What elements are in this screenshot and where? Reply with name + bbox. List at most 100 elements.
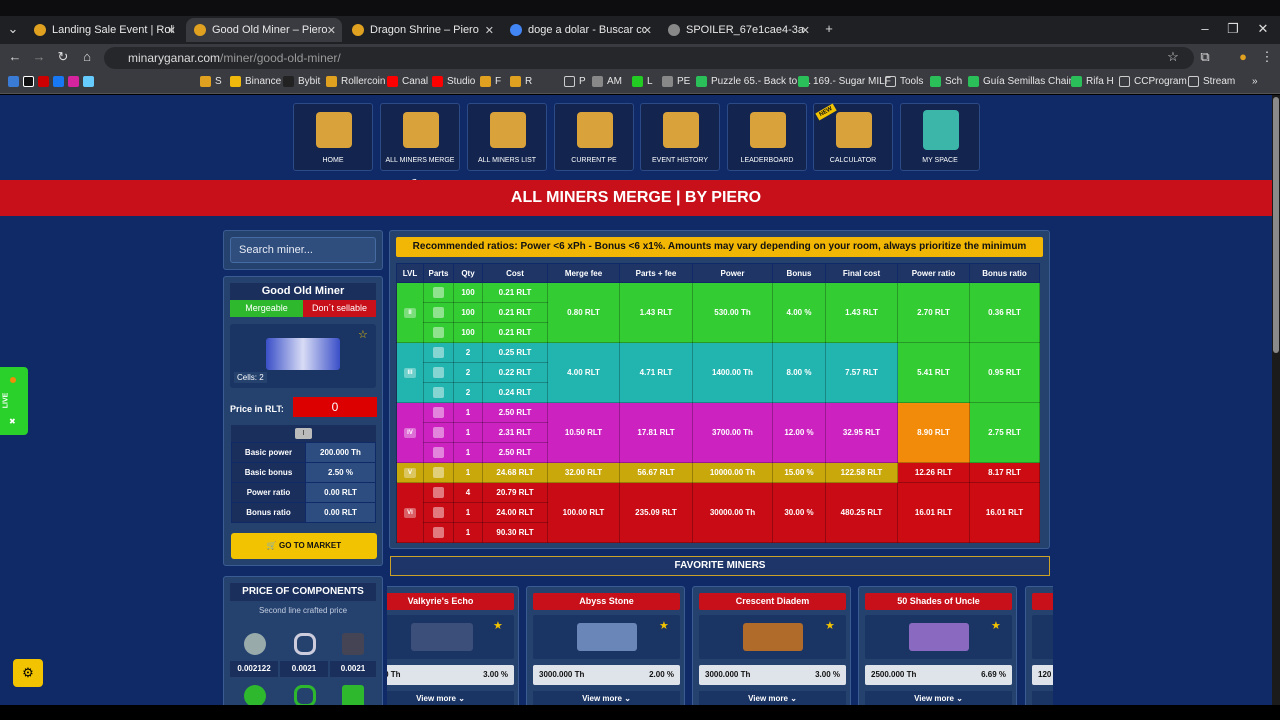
- nav-home[interactable]: HOME: [293, 103, 373, 171]
- favorite-card[interactable]: Crescent Diadem ★ 3000.000 Th 3.00 % View…: [692, 586, 851, 705]
- bookmark-sch[interactable]: Sch: [930, 76, 962, 87]
- card-bonus: 3.00 %: [815, 670, 840, 679]
- scrollbar[interactable]: [1272, 95, 1280, 705]
- favorite-star-icon[interactable]: ★: [825, 619, 835, 632]
- bookmark-s[interactable]: S: [200, 76, 222, 87]
- bookmark-pe[interactable]: PE: [662, 76, 690, 87]
- stat-label: Basic power: [231, 442, 306, 463]
- bookmark-ccprogram[interactable]: CCProgram: [1119, 76, 1187, 87]
- nav-label: HOME: [322, 157, 344, 164]
- favorite-star-icon[interactable]: ☆: [358, 328, 368, 341]
- not-sellable-badge: Don´t sellable: [303, 300, 376, 317]
- close-icon[interactable]: ✕: [327, 24, 336, 37]
- go-to-market-button[interactable]: 🛒 GO TO MARKET: [231, 533, 377, 559]
- bookmark-semillas[interactable]: Guía Semillas Chain...: [968, 76, 1083, 87]
- address-bar[interactable]: minaryganar.com/miner/good-old-miner/: [104, 47, 1194, 69]
- stat-value: 0.00 RLT: [305, 502, 376, 523]
- extensions-icon[interactable]: ⧉: [1196, 49, 1214, 65]
- view-more-button[interactable]: View more ⌄: [387, 691, 514, 705]
- miner-panel: Good Old Miner Mergeable Don´t sellable …: [223, 276, 383, 566]
- close-icon[interactable]: ✕: [643, 24, 652, 37]
- profile-icon[interactable]: ●: [1234, 49, 1252, 64]
- settings-button[interactable]: ⚙: [13, 659, 43, 687]
- card-image-box: ★: [699, 615, 846, 659]
- bookmark-stream[interactable]: Stream: [1188, 76, 1235, 87]
- page: HOME ALL MINERS MERGE ALL MINERS LIST CU…: [0, 95, 1272, 705]
- tab-title: Dragon Shrine – Piero: [370, 24, 479, 36]
- tab-title: SPOILER_67e1cae4-3a14-443e-: [686, 24, 804, 36]
- reload-icon[interactable]: ↻: [54, 49, 72, 65]
- close-icon[interactable]: ✕: [167, 24, 176, 37]
- favorite-star-icon[interactable]: ★: [493, 619, 503, 632]
- bookmark-bybit[interactable]: Bybit: [283, 76, 320, 87]
- bookmark-star-icon[interactable]: ☆: [1164, 49, 1182, 65]
- favorite-card[interactable]: Abyss Stone ★ 3000.000 Th 2.00 % View mor…: [526, 586, 685, 705]
- bookmark-sugar[interactable]: 169.- Sugar MILF: [798, 76, 891, 87]
- minimize-icon[interactable]: –: [1196, 21, 1214, 36]
- bookmark-canal[interactable]: Canal: [387, 76, 428, 87]
- view-more-button[interactable]: View more ⌄: [533, 691, 680, 705]
- card-power: 120: [1038, 670, 1052, 679]
- home-icon[interactable]: ⌂: [78, 49, 96, 64]
- card-stats: 3000.000 Th 3.00 %: [699, 665, 846, 685]
- tab-title: Good Old Miner – Piero: [212, 24, 328, 36]
- scrollbar-thumb[interactable]: [1273, 97, 1279, 353]
- bookmark-puzzle[interactable]: Puzzle 65.- Back to t...: [696, 76, 811, 87]
- bookmark-am[interactable]: AM: [592, 76, 622, 87]
- bookmark-label: AM: [607, 76, 622, 87]
- card-title: Valkyrie's Echo: [387, 593, 514, 610]
- stat-label: Power ratio: [231, 482, 306, 503]
- tab-5[interactable]: SPOILER_67e1cae4-3a14-443e-✕: [660, 18, 816, 42]
- view-more-button[interactable]: View more ⌄: [699, 691, 846, 705]
- bookmark-rifa[interactable]: Rifa H: [1071, 76, 1114, 87]
- tab-4[interactable]: doge a dolar - Buscar con Goog✕: [502, 18, 658, 42]
- live-tab[interactable]: LIVE ✖: [0, 367, 28, 435]
- bookmark-binance[interactable]: Binance: [230, 76, 281, 87]
- bookmark-studio[interactable]: Studio: [432, 76, 475, 87]
- bookmark-label: Studio: [447, 76, 476, 87]
- more-bookmarks-icon[interactable]: »: [1252, 76, 1258, 87]
- view-more-button[interactable]: [1032, 691, 1053, 705]
- menu-icon[interactable]: ⋮: [1258, 49, 1276, 65]
- bookmark-label: CCProgram: [1134, 76, 1187, 87]
- search-input[interactable]: Search miner...: [230, 237, 376, 263]
- view-more-label: View more: [748, 694, 788, 703]
- close-icon[interactable]: ✕: [485, 24, 494, 37]
- bookmark-label: Tools: [900, 76, 924, 87]
- fan-green-icon: [244, 685, 266, 705]
- close-window-icon[interactable]: ✕: [1254, 21, 1272, 37]
- favorite-star-icon[interactable]: ★: [659, 619, 669, 632]
- view-more-button[interactable]: View more ⌄: [865, 691, 1012, 705]
- bookmark-f[interactable]: F: [480, 76, 501, 87]
- tab-search-icon[interactable]: ⌄: [4, 21, 22, 37]
- favorite-card[interactable]: Valkyrie's Echo ★ 0.00 Th 3.00 % View mor…: [387, 586, 519, 705]
- miner-image: [743, 623, 803, 651]
- tab-2[interactable]: Good Old Miner – Piero ✕: [186, 18, 342, 42]
- bookmark-tools[interactable]: Tools: [885, 76, 923, 87]
- miner-image: [266, 338, 340, 370]
- favorite-star-icon[interactable]: ★: [991, 619, 1001, 632]
- restore-icon[interactable]: ❐: [1224, 21, 1242, 37]
- bookmark-p[interactable]: P: [564, 76, 586, 87]
- live-icon: ✖: [9, 417, 16, 426]
- forward-icon[interactable]: →: [30, 49, 48, 64]
- stat-label: Bonus ratio: [231, 502, 306, 523]
- url-host: minaryganar.com: [128, 51, 221, 65]
- tab-3[interactable]: Dragon Shrine – Piero ✕: [344, 18, 500, 42]
- card-title: [1032, 593, 1053, 610]
- bookmark-icons[interactable]: [8, 76, 98, 87]
- tab-1[interactable]: Landing Sale Event | RollerCoin✕: [26, 18, 182, 42]
- bookmark-l[interactable]: L: [632, 76, 653, 87]
- bookmark-rollercoin[interactable]: Rollercoin: [326, 76, 385, 87]
- bookmark-label: PE: [677, 76, 691, 87]
- favorite-card[interactable]: 50 Shades of Uncle ★ 2500.000 Th 6.69 % V…: [858, 586, 1017, 705]
- favorite-card[interactable]: 120: [1025, 586, 1053, 705]
- new-tab-icon[interactable]: +: [820, 21, 838, 36]
- back-icon[interactable]: ←: [6, 49, 24, 64]
- tab-favicon: [668, 24, 680, 36]
- tab-title: Landing Sale Event | RollerCoin: [52, 24, 174, 36]
- card-title: Abyss Stone: [533, 593, 680, 610]
- component-price: 0.0021: [330, 661, 376, 677]
- bookmark-r[interactable]: R: [510, 76, 532, 87]
- close-icon[interactable]: ✕: [801, 24, 810, 37]
